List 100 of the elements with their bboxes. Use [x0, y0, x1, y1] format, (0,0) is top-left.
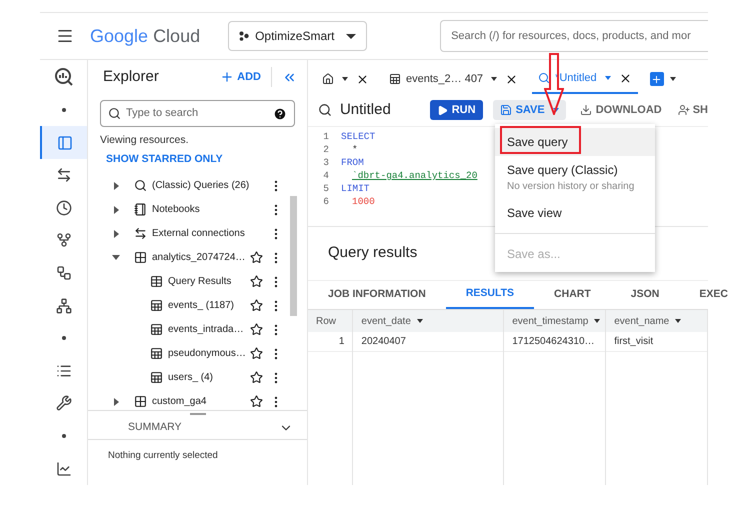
logo[interactable]: Google Cloud — [90, 22, 200, 50]
tree-item[interactable]: External connections — [152, 226, 245, 241]
table-icon — [150, 275, 163, 288]
add-button[interactable]: ADD — [220, 68, 261, 86]
menu-icon[interactable] — [56, 27, 74, 45]
code-line: LIMIT — [341, 182, 370, 195]
share-button[interactable]: SH — [678, 100, 708, 120]
network-icon — [56, 298, 72, 314]
tree-item[interactable]: custom_ga4 — [152, 394, 206, 409]
column-header[interactable]: Row — [308, 310, 352, 332]
table-cell: 1 — [308, 332, 352, 352]
results-tab[interactable]: EXEC — [679, 280, 748, 309]
expand-toggle[interactable] — [112, 255, 120, 260]
line-number: 4 — [322, 169, 330, 182]
home-icon — [322, 73, 334, 85]
menu-item[interactable]: Save query (Classic) No version history or sharing — [495, 156, 655, 199]
star-icon[interactable] — [250, 371, 263, 384]
line-number: 6 — [322, 195, 330, 208]
line-number: 5 — [322, 182, 330, 195]
star-icon[interactable] — [250, 251, 263, 264]
project-selector[interactable]: OptimizeSmart — [228, 21, 368, 51]
tree-item[interactable]: pseudonymous… — [168, 346, 246, 361]
explorer-search[interactable]: Type to search — [100, 100, 295, 127]
search-input[interactable]: Type to search — [126, 105, 268, 122]
results-tab[interactable]: CHART — [534, 280, 611, 309]
transfer-icon — [56, 167, 72, 184]
summary-heading: SUMMARY — [128, 420, 182, 436]
menu-item[interactable]: Save query — [495, 128, 655, 156]
search-icon — [108, 107, 121, 120]
caret-icon — [342, 77, 348, 81]
code-line: FROM — [341, 156, 364, 169]
tree-item[interactable]: events_intrada… — [168, 322, 244, 337]
tree-item[interactable]: users_ (4) — [168, 370, 214, 385]
caret-icon[interactable] — [670, 77, 676, 81]
code-line: `dbrt-ga4.analytics_20 — [351, 169, 478, 182]
explorer-icon — [56, 134, 72, 151]
scrollbar[interactable] — [290, 196, 297, 316]
add-person-icon — [678, 104, 690, 116]
new-tab-button[interactable] — [650, 72, 664, 86]
results-title: Query results — [328, 243, 418, 264]
star-icon[interactable] — [250, 323, 263, 336]
column-header[interactable]: event_name — [606, 310, 707, 332]
results-tab[interactable]: JSON — [610, 280, 680, 309]
editor-tab[interactable]: events_2… 407 — [383, 64, 524, 94]
column-header[interactable]: event_timestamp — [504, 310, 606, 332]
table-icon — [150, 299, 163, 312]
table-icon — [150, 323, 163, 336]
download-button[interactable]: DOWNLOAD — [580, 100, 662, 120]
bigquery-icon[interactable] — [54, 66, 74, 87]
show-starred-link[interactable]: SHOW STARRED ONLY — [106, 152, 307, 168]
save-button[interactable]: SAVE — [492, 100, 566, 120]
play-icon — [436, 104, 448, 116]
table-icon — [150, 371, 163, 384]
connection-icon — [134, 227, 147, 240]
close-icon[interactable] — [356, 72, 369, 86]
code-line: 1000 — [351, 195, 375, 208]
tree-item[interactable]: (Classic) Queries (26) — [152, 178, 250, 193]
tree-item[interactable]: Notebooks — [152, 202, 200, 217]
close-icon[interactable] — [618, 72, 632, 84]
star-icon[interactable] — [250, 275, 263, 288]
download-icon — [580, 104, 592, 116]
project-icon — [239, 31, 250, 41]
menu-item[interactable]: Save view — [495, 199, 655, 227]
table-cell: 1712504624310… — [504, 332, 606, 352]
query-icon — [318, 103, 332, 117]
expand-toggle[interactable] — [114, 398, 118, 406]
results-tab[interactable]: JOB INFORMATION — [308, 280, 446, 309]
close-icon[interactable] — [505, 72, 518, 86]
query-title: Untitled — [340, 100, 392, 120]
line-number: 2 — [322, 143, 330, 156]
line-number: 3 — [322, 156, 330, 169]
query-icon — [538, 72, 550, 84]
save-icon — [500, 104, 512, 116]
plus-icon — [220, 70, 234, 84]
star-icon[interactable] — [250, 395, 263, 408]
expand-toggle[interactable] — [114, 230, 118, 238]
tree-item[interactable]: Query Results — [168, 274, 232, 289]
table-icon — [389, 73, 401, 85]
tree-item[interactable]: events_ (1187) — [168, 298, 234, 313]
caret-icon — [604, 76, 611, 80]
run-button[interactable]: RUN — [430, 100, 483, 120]
help-icon[interactable] — [273, 106, 287, 120]
fork-icon — [56, 232, 72, 248]
star-icon[interactable] — [250, 299, 263, 312]
notebook-icon — [134, 203, 147, 216]
expand-toggle[interactable] — [114, 182, 118, 190]
status-text: Viewing resources. — [100, 133, 190, 148]
tree-item[interactable]: analytics_2074724… — [152, 250, 246, 265]
column-header[interactable]: event_date — [353, 310, 504, 332]
caret-icon — [491, 77, 498, 81]
code-line: * — [351, 143, 358, 156]
star-icon[interactable] — [250, 347, 263, 360]
pipeline-icon — [56, 264, 72, 281]
drag-handle[interactable] — [190, 413, 206, 415]
line-number: 1 — [322, 130, 330, 143]
expand-toggle[interactable] — [114, 206, 118, 214]
list-icon — [56, 362, 72, 379]
wrench-icon — [56, 395, 72, 412]
search-field[interactable]: Search (/) for resources, docs, products, and mor — [440, 20, 708, 52]
table-icon — [150, 347, 163, 360]
